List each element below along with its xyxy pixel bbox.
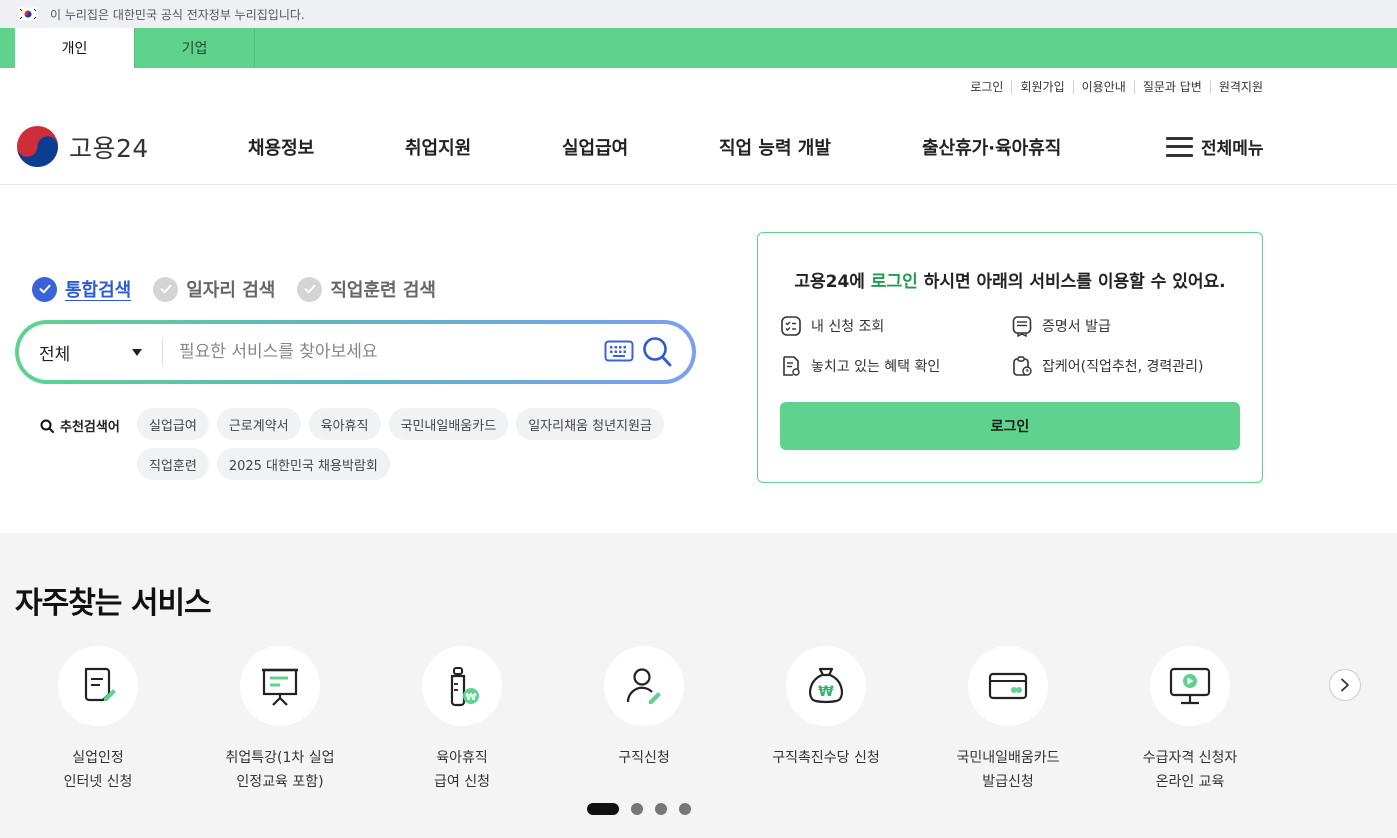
logo-text: 고용24 — [69, 133, 149, 163]
login-card: 고용24에 로그인 하시면 아래의 서비스를 이용할 수 있어요. 내 신청 조… — [757, 232, 1263, 483]
util-links: 로그인 회원가입 이용안내 질문과 답변 원격지원 — [962, 80, 1263, 94]
keyword-chip[interactable]: 일자리채움 청년지원금 — [516, 408, 664, 440]
search-input[interactable] — [179, 342, 579, 362]
audience-tab-bar: 개인 기업 — [0, 28, 1397, 68]
search-box: 전체 — [15, 320, 696, 384]
tab-integrated-search[interactable]: 통합검색 — [32, 276, 131, 302]
presentation-board-icon — [262, 668, 298, 706]
nav-unemployment-benefit[interactable]: 실업급여 — [562, 134, 628, 160]
recommended-keywords-label: 추천검색어 — [40, 416, 120, 435]
keyword-chip[interactable]: 국민내일배움카드 — [388, 408, 509, 440]
section-title: 자주찾는 서비스 — [15, 586, 212, 621]
search-category-value: 전체 — [39, 344, 71, 365]
login-benefit-my-applications: 내 신청 조회 — [780, 315, 884, 337]
login-link[interactable]: 로그인 — [962, 80, 1011, 94]
nav-jobs[interactable]: 채용정보 — [248, 134, 314, 160]
monitor-play-icon — [1169, 667, 1211, 705]
tab-label: 일자리 검색 — [186, 280, 276, 301]
keyboard-icon[interactable] — [604, 340, 634, 362]
tab-business[interactable]: 기업 — [135, 28, 255, 68]
pagination-dot-active[interactable] — [587, 803, 619, 815]
service-item[interactable]: 취업특강(1차 실업 인정교육 포함) — [190, 646, 370, 794]
chevron-right-icon — [1341, 678, 1349, 692]
service-item[interactable]: ₩ 육아휴직 급여 신청 — [372, 646, 552, 794]
login-button[interactable]: 로그인 — [780, 402, 1240, 450]
gov-banner-text: 이 누리집은 대한민국 공식 전자정부 누리집입니다. — [50, 7, 305, 22]
keyword-chip[interactable]: 실업급여 — [137, 408, 209, 440]
nav-vocational-training[interactable]: 직업 능력 개발 — [719, 134, 831, 160]
taegeuk-logo-icon — [16, 125, 59, 168]
remote-support-link[interactable]: 원격지원 — [1209, 80, 1263, 94]
search-category-select[interactable]: 전체 — [19, 340, 154, 365]
login-benefit-missed-benefits: 놓치고 있는 혜택 확인 — [780, 355, 940, 377]
keyword-chip[interactable]: 직업훈련 — [137, 448, 209, 480]
certificate-icon — [1012, 316, 1032, 337]
tab-label: 직업훈련 검색 — [330, 280, 436, 301]
all-menu-label: 전체메뉴 — [1201, 139, 1264, 159]
keyword-chip[interactable]: 근로계약서 — [216, 408, 301, 440]
pagination-dot[interactable] — [655, 803, 667, 815]
nav-employment-support[interactable]: 취업지원 — [405, 134, 471, 160]
signup-link[interactable]: 회원가입 — [1011, 80, 1072, 94]
login-card-title: 고용24에 로그인 하시면 아래의 서비스를 이용할 수 있어요. — [794, 272, 1226, 292]
pagination-dot[interactable] — [631, 803, 643, 815]
pagination-dot[interactable] — [679, 803, 691, 815]
triangle-down-icon — [132, 348, 142, 356]
document-pen-icon — [84, 667, 116, 702]
checklist-icon — [781, 316, 801, 336]
clipboard-clock-icon — [1013, 356, 1032, 376]
guide-link[interactable]: 이용안내 — [1072, 80, 1134, 94]
hamburger-icon — [1166, 136, 1193, 157]
search-tabs: 통합검색 일자리 검색 직업훈련 검색 — [32, 276, 458, 302]
service-item[interactable]: 국민내일배움카드 발급신청 — [918, 646, 1098, 794]
carousel-next-button[interactable] — [1329, 669, 1361, 701]
keyword-chip[interactable]: 2025 대한민국 채용박람회 — [216, 448, 390, 480]
login-benefit-jobcare: 잡케어(직업추천, 경력관리) — [1011, 355, 1204, 377]
service-item[interactable]: 수급자격 신청자 온라인 교육 — [1100, 646, 1280, 794]
carousel-pagination — [587, 803, 691, 815]
search-icon[interactable] — [642, 336, 672, 368]
tab-personal[interactable]: 개인 — [15, 28, 135, 68]
keyword-chip[interactable]: 육아휴직 — [308, 408, 381, 440]
service-item[interactable]: 구직신청 — [554, 646, 734, 770]
recommended-keywords: 실업급여 근로계약서 육아휴직 국민내일배움카드 일자리채움 청년지원금 직업훈… — [137, 408, 677, 480]
check-circle-icon — [153, 276, 179, 302]
svg-text:₩: ₩ — [818, 684, 834, 700]
tab-training-search[interactable]: 직업훈련 검색 — [297, 276, 436, 302]
search-icon — [40, 419, 54, 433]
frequent-services-section: 자주찾는 서비스 실업인정 인터넷 신청 취업특강(1차 실업 인정교육 포함)… — [0, 533, 1397, 838]
tab-label: 통합검색 — [65, 280, 132, 301]
document-search-icon — [783, 356, 800, 376]
money-bag-won-icon: ₩ — [809, 667, 843, 704]
person-pen-icon — [626, 668, 661, 704]
check-circle-icon — [297, 276, 323, 302]
all-menu-button[interactable]: 전체메뉴 — [1166, 134, 1264, 159]
korea-flag-icon — [18, 7, 38, 21]
card-icon — [988, 672, 1028, 700]
svg-text:₩: ₩ — [465, 692, 476, 703]
qna-link[interactable]: 질문과 답변 — [1133, 80, 1210, 94]
header-divider — [0, 184, 1397, 185]
login-benefit-certificate: 증명서 발급 — [1011, 315, 1111, 337]
nav-parental-leave[interactable]: 출산휴가·육아휴직 — [922, 134, 1061, 160]
service-item[interactable]: ₩ 구직촉진수당 신청 — [736, 646, 916, 770]
baby-bottle-won-icon: ₩ — [450, 667, 479, 707]
check-circle-icon — [32, 276, 57, 302]
tab-job-search[interactable]: 일자리 검색 — [153, 276, 275, 302]
site-logo[interactable]: 고용24 — [16, 125, 149, 168]
service-item[interactable]: 실업인정 인터넷 신청 — [8, 646, 188, 794]
search-divider — [162, 338, 163, 366]
gov-banner: 이 누리집은 대한민국 공식 전자정부 누리집입니다. — [0, 0, 1397, 28]
